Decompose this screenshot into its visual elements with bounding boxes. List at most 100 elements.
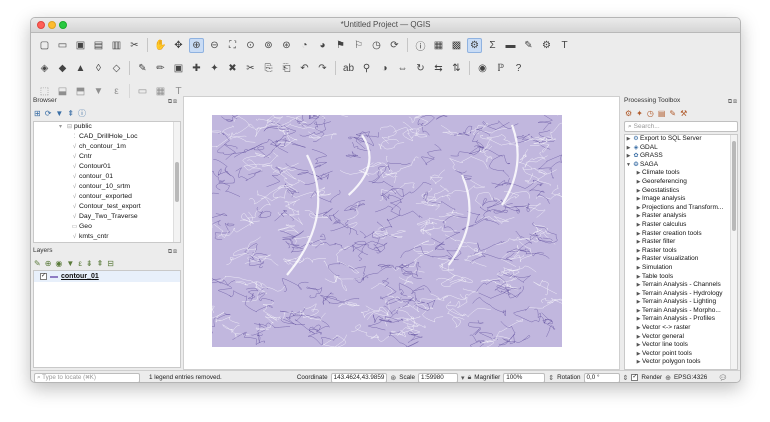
print-layout-icon[interactable]: ▥ (109, 38, 124, 53)
results-viewer-icon[interactable]: ▤ (658, 109, 666, 118)
scripts-icon[interactable]: ✦ (636, 109, 643, 118)
measure-icon[interactable]: ▬ (503, 38, 518, 53)
collapse-all-icon[interactable]: ⇞ (97, 259, 104, 268)
browser-item[interactable]: ▾ ⊟ public (34, 122, 180, 132)
python-icon[interactable]: ℙ (493, 61, 508, 76)
toolbox-item[interactable]: ▶ Vector line tools (625, 341, 737, 350)
chevron-right-icon[interactable]: ▶ (635, 350, 642, 359)
chevron-right-icon[interactable]: ▶ (635, 333, 642, 342)
chevron-right-icon[interactable]: ▶ (635, 264, 642, 273)
field-calculator-icon[interactable]: ▩ (449, 38, 464, 53)
annotation-icon[interactable]: ✎ (521, 38, 536, 53)
edit-pencil-icon[interactable]: ✎ (135, 61, 150, 76)
temporal-icon[interactable]: ◷ (369, 38, 384, 53)
filter-expression-icon[interactable]: ε (78, 259, 82, 268)
toolbox-item[interactable]: ▶ Terrain Analysis - Lighting (625, 298, 737, 307)
history-icon[interactable]: ◷ (647, 109, 654, 118)
filter-legend-icon[interactable]: ▼ (66, 259, 74, 268)
label-move-icon[interactable]: ⇔ (395, 61, 410, 76)
show-bookmarks-icon[interactable]: ⚐ (351, 38, 366, 53)
toolbox-item[interactable]: ▶ Table tools (625, 273, 737, 282)
browser-item[interactable]: √ Contour_test_export (34, 202, 180, 212)
copy-features-icon[interactable]: ⎘ (261, 61, 276, 76)
toolbox-item[interactable]: ▶ Terrain Analysis - Channels (625, 281, 737, 290)
chevron-right-icon[interactable]: ▶ (635, 324, 642, 333)
toolbox-item[interactable]: ▶ Terrain Analysis - Morpho... (625, 307, 737, 316)
toolbox-item[interactable]: ▶ Geostatistics (625, 187, 737, 196)
toolbox-item[interactable]: ▶ Projections and Transform... (625, 204, 737, 213)
toolbox-item[interactable]: ▶ Raster tools (625, 247, 737, 256)
layer-visibility-checkbox[interactable]: ✓ (40, 273, 47, 280)
chevron-right-icon[interactable]: ▶ (635, 238, 642, 247)
toggle-extents-icon[interactable]: ⊛ (390, 374, 396, 382)
undo-icon[interactable]: ↶ (297, 61, 312, 76)
chevron-right-icon[interactable]: ▶ (635, 341, 642, 350)
magnifier-field[interactable]: 100% (503, 372, 546, 382)
toolbox-item[interactable]: ▶ Terrain Analysis - Hydrology (625, 290, 737, 299)
delete-selected-icon[interactable]: ✖ (225, 61, 240, 76)
statistics-icon[interactable]: Σ (485, 38, 500, 53)
panel-float-close-icon[interactable]: ⧉⊠ (728, 97, 738, 107)
toolbox-item[interactable]: ▶ Raster visualization (625, 255, 737, 264)
layer-row[interactable]: ✓ contour_01 (34, 271, 180, 282)
toolbox-item[interactable]: ▶ Raster filter (625, 238, 737, 247)
toolbox-item[interactable]: ▶ ◈ GDAL (625, 144, 737, 153)
chevron-right-icon[interactable]: ▶ (635, 298, 642, 307)
save-as-icon[interactable]: ▤ (91, 38, 106, 53)
toolbox-tree[interactable]: ▶ ⚙Export to SQL Server ▶ ◈ GDAL ▶ ✿GRASS ▼ ❂SAG… (624, 134, 738, 370)
save-project-icon[interactable]: ▣ (73, 38, 88, 53)
info-icon[interactable]: ⓘ (78, 108, 86, 119)
vertex-tool-icon[interactable]: ✦ (207, 61, 222, 76)
add-raster-icon[interactable]: ▲ (73, 61, 88, 76)
chevron-right-icon[interactable]: ▶ (635, 290, 642, 299)
crs-globe-icon[interactable]: ⊕ (665, 374, 671, 382)
toolbox-item[interactable]: ▶ Climate tools (625, 169, 737, 178)
toolbox-search-input[interactable]: ⌕ Search... (624, 121, 738, 132)
render-checkbox[interactable]: ✓ (631, 374, 639, 381)
map-canvas[interactable] (183, 96, 620, 370)
toolbox-item[interactable]: ▶ Terrain Analysis - Profiles (625, 315, 737, 324)
zoom-in-icon[interactable]: ⊕ (189, 37, 204, 53)
browser-item[interactable]: √ contour_exported (34, 192, 180, 202)
chevron-right-icon[interactable]: ▶ (635, 307, 642, 316)
zoom-last-icon[interactable]: ◔ (297, 38, 312, 53)
expand-all-icon[interactable]: ⇟ (86, 259, 93, 268)
attribute-table-icon[interactable]: ▦ (431, 38, 446, 53)
label-change-icon[interactable]: ⇆ (431, 61, 446, 76)
toolbox-item[interactable]: ▶ ✿GRASS (625, 152, 737, 161)
chevron-right-icon[interactable]: ▶ (635, 247, 642, 256)
toolbox-item[interactable]: ▶ Vector polygon tools (625, 358, 737, 367)
toolbox-item[interactable]: ▶ Simulation (625, 264, 737, 273)
browser-item[interactable]: √ ch_contour_1m (34, 142, 180, 152)
toolbox-item[interactable]: ▶ ⚙Export to SQL Server (625, 135, 737, 144)
open-project-icon[interactable]: ▭ (55, 38, 70, 53)
add-selected-icon[interactable]: ⊞ (34, 109, 41, 118)
panel-float-close-icon[interactable]: ⧉⊠ (168, 97, 178, 107)
cut-features-icon[interactable]: ✂ (243, 61, 258, 76)
toolbox-item[interactable]: ▶ Image analysis (625, 195, 737, 204)
magnifier-stepper-icon[interactable]: ⇕ (548, 374, 554, 382)
chevron-right-icon[interactable]: ▶ (635, 273, 642, 282)
paste-features-icon[interactable]: ⎗ (279, 61, 294, 76)
chevron-right-icon[interactable]: ▶ (635, 178, 642, 187)
browser-tree[interactable]: ▾ ⊟ public ⁚ CAD_DrillHole_Loc √ ch_contour_1m… (33, 121, 181, 243)
zoom-native-icon[interactable]: ⊛ (279, 38, 294, 53)
label-highlight-icon[interactable]: ⇅ (449, 61, 464, 76)
settings-icon[interactable]: ⚙ (539, 38, 554, 53)
toolbox-item[interactable]: ▶ Vector <-> raster (625, 324, 737, 333)
layers-tree[interactable]: ✓ contour_01 (33, 270, 181, 368)
new-project-icon[interactable]: ▢ (37, 38, 52, 53)
plugin-icon[interactable]: ◉ (475, 61, 490, 76)
browser-item[interactable]: √ Contour01 (34, 162, 180, 172)
toolbox-item[interactable]: ▶ Raster creation tools (625, 230, 737, 239)
filter-icon[interactable]: ▼ (55, 109, 63, 118)
chevron-right-icon[interactable]: ▶ (635, 230, 642, 239)
pan-icon[interactable]: ✋ (153, 38, 168, 53)
label-show-icon[interactable]: ◑ (377, 61, 392, 76)
digitize-icon[interactable]: ✏ (153, 61, 168, 76)
browser-item[interactable]: ▭ Geo (34, 222, 180, 232)
browser-item[interactable]: √ kmts_cntr (34, 232, 180, 242)
chevron-right-icon[interactable]: ▶ (635, 169, 642, 178)
browser-item[interactable]: √kmts_cntr_2 (34, 242, 180, 243)
add-feature-icon[interactable]: ✚ (189, 61, 204, 76)
